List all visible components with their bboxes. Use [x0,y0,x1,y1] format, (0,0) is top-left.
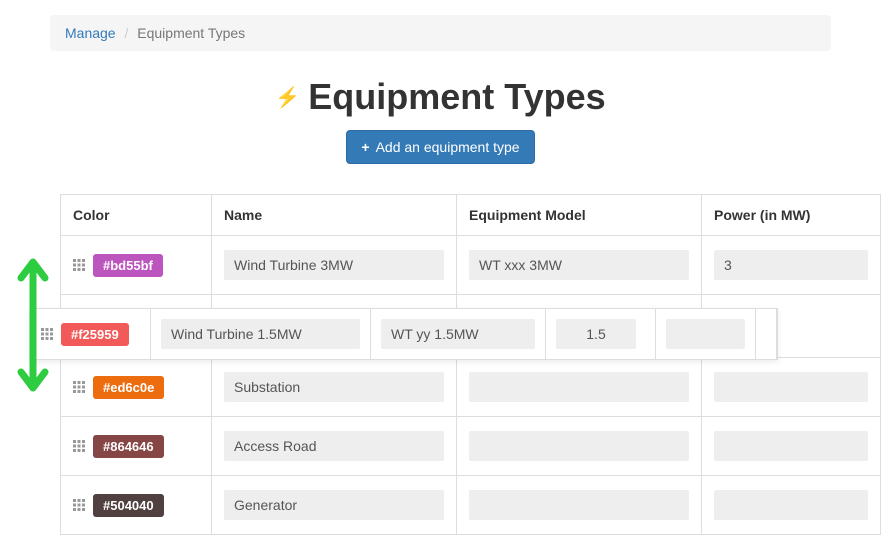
page-title: ⚡ Equipment Types [275,76,605,118]
breadcrumb-current: Equipment Types [137,25,245,41]
color-chip[interactable]: #864646 [93,435,164,458]
power-input[interactable] [556,319,636,349]
name-input[interactable] [224,490,444,520]
column-header-color: Color [61,195,212,236]
column-header-power: Power (in MW) [702,195,881,236]
lightning-icon: ⚡ [275,85,300,110]
drag-handle-icon[interactable] [73,499,85,511]
equipment-types-table: Color Name Equipment Model Power (in MW)… [60,194,881,535]
model-input[interactable] [469,372,689,402]
add-button-label: Add an equipment type [376,139,520,155]
drag-handle-icon[interactable] [73,440,85,452]
power-input[interactable] [714,372,868,402]
model-input[interactable] [469,250,689,280]
table-header-row: Color Name Equipment Model Power (in MW) [61,195,881,236]
table-row: #ed6c0e [61,358,881,417]
power-input[interactable] [714,250,868,280]
color-chip[interactable]: #f25959 [61,323,129,346]
dragging-row[interactable]: #f25959 [30,308,778,360]
power-input[interactable] [714,490,868,520]
drag-handle-icon[interactable] [73,259,85,271]
table-row: #504040 [61,476,881,535]
breadcrumb: Manage / Equipment Types [50,15,831,51]
color-chip[interactable]: #504040 [93,494,164,517]
table-row: #864646 [61,417,881,476]
page-title-text: Equipment Types [308,76,605,118]
color-chip[interactable]: #bd55bf [93,254,163,277]
model-input[interactable] [469,490,689,520]
color-chip[interactable]: #ed6c0e [93,376,164,399]
reorder-arrow-icon [15,250,51,400]
add-equipment-type-button[interactable]: + Add an equipment type [346,130,534,164]
name-input[interactable] [224,372,444,402]
column-header-name: Name [212,195,457,236]
breadcrumb-separator: / [119,25,133,41]
model-input[interactable] [469,431,689,461]
plus-icon: + [361,139,369,155]
model-input[interactable] [381,319,535,349]
name-input[interactable] [161,319,360,349]
table-row: #bd55bf [61,236,881,295]
name-input[interactable] [224,250,444,280]
drag-handle-icon[interactable] [73,381,85,393]
breadcrumb-root-link[interactable]: Manage [65,25,116,41]
power-input[interactable] [714,431,868,461]
empty-field [666,319,745,349]
name-input[interactable] [224,431,444,461]
column-header-model: Equipment Model [457,195,702,236]
